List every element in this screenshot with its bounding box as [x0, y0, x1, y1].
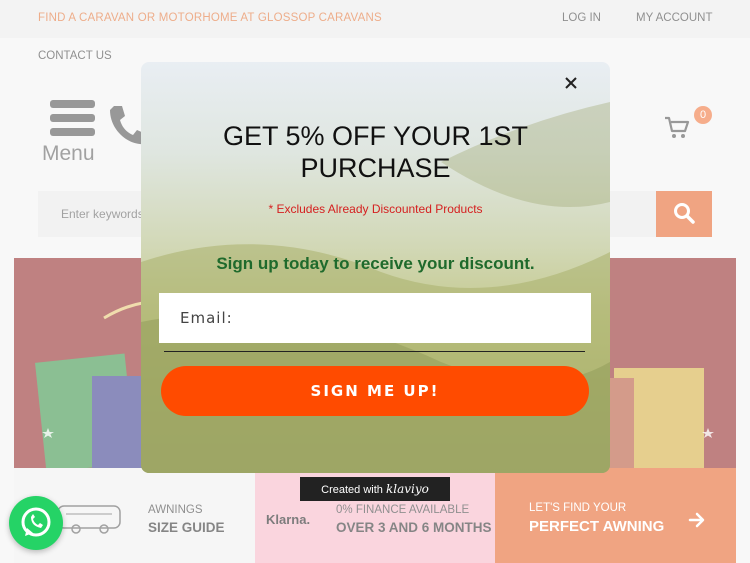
- popup-subtitle: Sign up today to receive your discount.: [216, 254, 535, 273]
- popup-disclaimer: * Excludes Already Discounted Products: [268, 202, 483, 216]
- close-icon[interactable]: [560, 72, 582, 94]
- whatsapp-button[interactable]: [9, 496, 63, 550]
- popup-title-line2: PURCHASE: [300, 153, 451, 183]
- popup-title-line1: GET 5% OFF YOUR 1ST: [222, 121, 529, 151]
- discount-popup: GET 5% OFF YOUR 1ST PURCHASE * Excludes …: [141, 62, 610, 473]
- popup-title: GET 5% OFF YOUR 1ST PURCHASE: [141, 120, 610, 184]
- klaviyo-badge[interactable]: Created with klaviyo: [300, 477, 450, 501]
- whatsapp-icon: [21, 507, 51, 537]
- email-underline: [164, 351, 585, 352]
- klaviyo-logo: klaviyo: [385, 482, 429, 496]
- sign-up-button[interactable]: SIGN ME UP!: [161, 366, 589, 416]
- email-field[interactable]: [159, 293, 591, 343]
- klaviyo-prefix: Created with: [321, 484, 383, 496]
